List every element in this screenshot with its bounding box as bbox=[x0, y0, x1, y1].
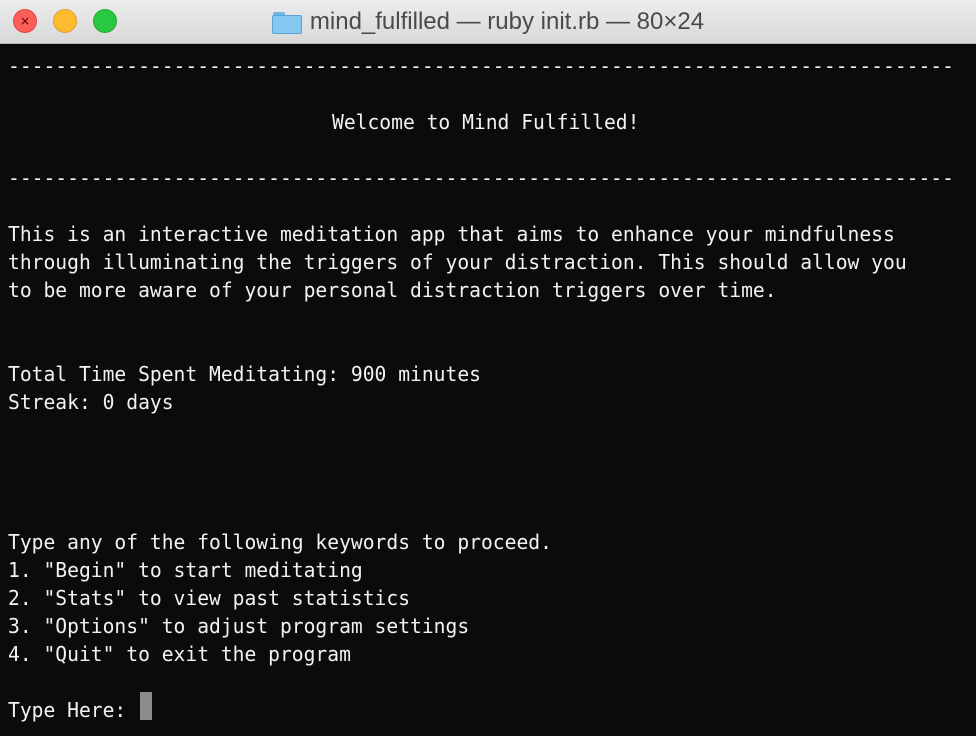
scrollbar[interactable] bbox=[968, 45, 976, 736]
streak-stat: Streak: 0 days bbox=[8, 390, 174, 414]
terminal-output[interactable]: ----------------------------------------… bbox=[0, 45, 976, 736]
option-quit: 4. "Quit" to exit the program bbox=[8, 642, 351, 666]
input-prompt: Type Here: bbox=[8, 698, 139, 722]
text-cursor[interactable] bbox=[140, 692, 152, 720]
window-title-wrap: mind_fulfilled — ruby init.rb — 80×24 bbox=[0, 0, 976, 44]
window-title: mind_fulfilled — ruby init.rb — 80×24 bbox=[309, 8, 705, 35]
welcome-heading: Welcome to Mind Fulfilled! bbox=[332, 110, 640, 134]
terminal-window: × mind_fulfilled — ruby init.rb — 80×24 … bbox=[0, 0, 976, 736]
option-begin: 1. "Begin" to start meditating bbox=[8, 558, 363, 582]
divider-top: ----------------------------------------… bbox=[8, 54, 954, 78]
divider-bottom: ----------------------------------------… bbox=[8, 166, 954, 190]
option-stats: 2. "Stats" to view past statistics bbox=[8, 586, 411, 610]
description-line: through illuminating the triggers of you… bbox=[8, 250, 907, 274]
description-line: This is an interactive meditation app th… bbox=[8, 222, 895, 246]
folder-icon bbox=[271, 10, 302, 34]
total-time-stat: Total Time Spent Meditating: 900 minutes bbox=[8, 362, 481, 386]
option-options: 3. "Options" to adjust program settings bbox=[8, 614, 470, 638]
instructions-text: Type any of the following keywords to pr… bbox=[8, 530, 552, 554]
title-bar[interactable]: × mind_fulfilled — ruby init.rb — 80×24 bbox=[0, 0, 976, 44]
description-line: to be more aware of your personal distra… bbox=[8, 278, 777, 302]
